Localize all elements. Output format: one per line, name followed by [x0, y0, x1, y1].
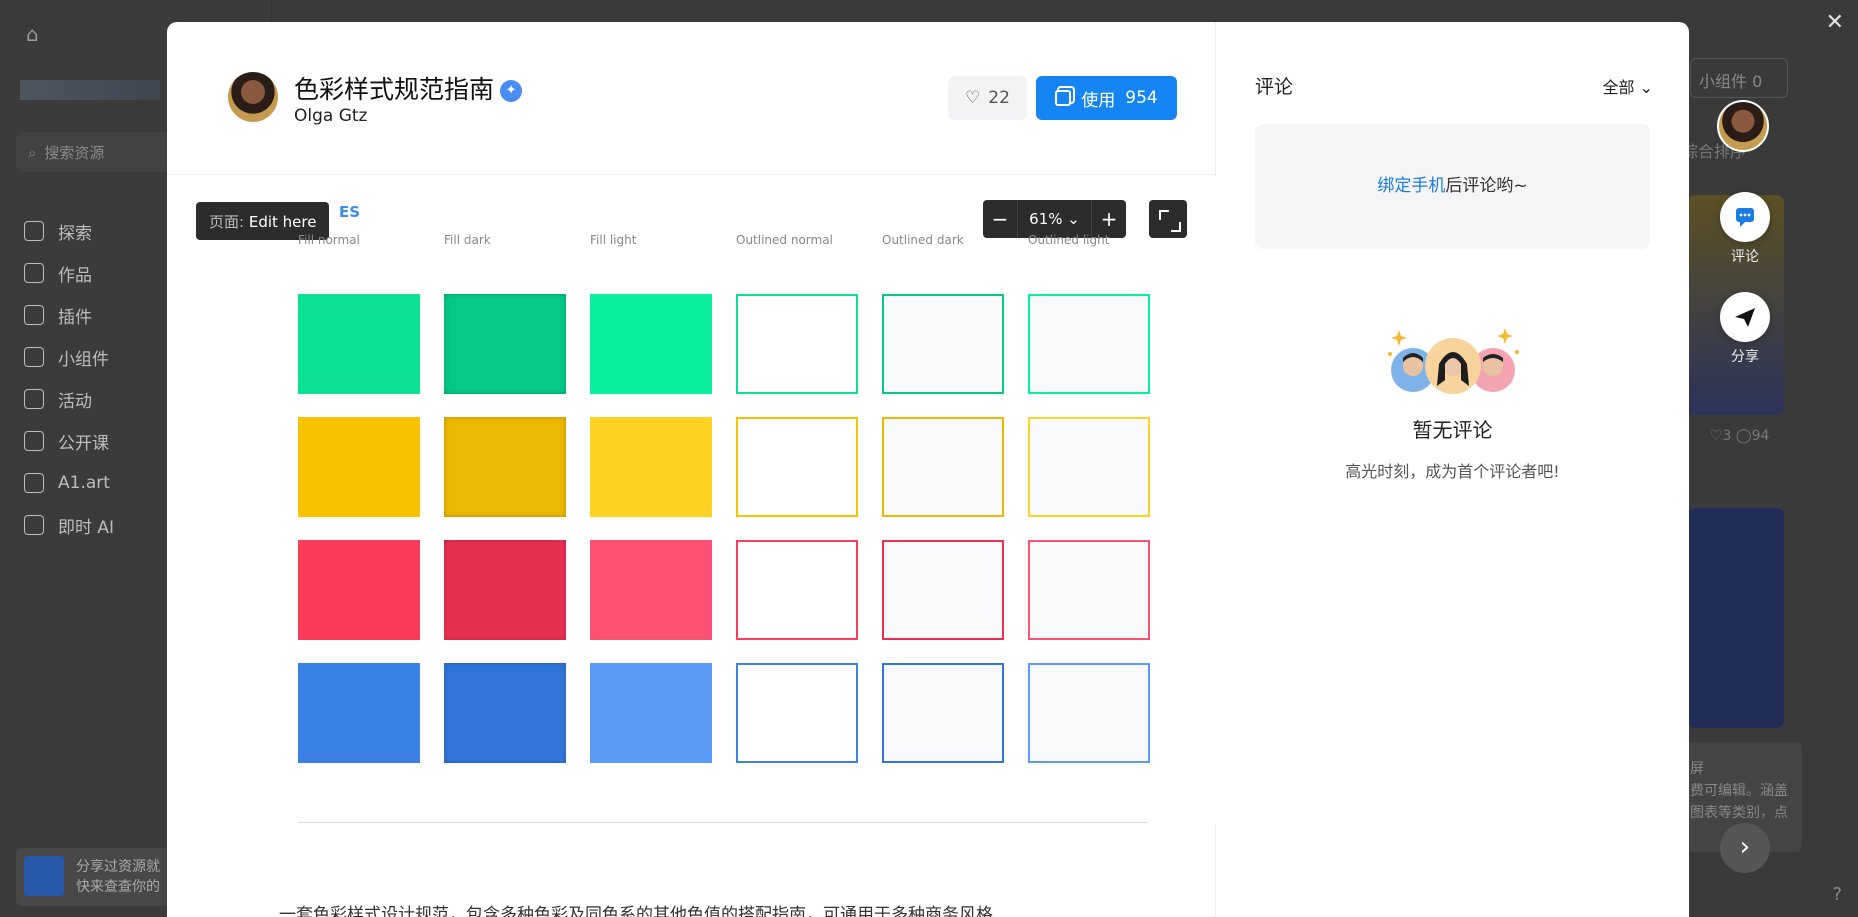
color-swatch: [590, 540, 712, 640]
share-button[interactable]: [1720, 292, 1770, 342]
color-swatch: [736, 663, 858, 763]
share-button-label: 分享: [1731, 349, 1759, 365]
modal-header: 色彩样式规范指南 ✦ Olga Gtz ♡ 22 使用 954: [167, 22, 1216, 175]
color-swatch: [736, 417, 858, 517]
promo-icon: [24, 856, 64, 896]
color-swatch: [1028, 417, 1150, 517]
color-swatch: [590, 417, 712, 517]
fullscreen-icon[interactable]: [1149, 200, 1187, 238]
color-swatch: [882, 663, 1004, 763]
author-name[interactable]: Olga Gtz: [294, 106, 367, 126]
color-swatch: [298, 294, 420, 394]
empty-comments-title: 暂无评论: [1412, 418, 1493, 442]
color-swatch: [298, 663, 420, 763]
resource-description: 一套色彩样式设计规范，包含多种色彩及同色系的其他色值的搭配指南，可通用于多种商务…: [279, 905, 993, 917]
sidebar-item-a1art[interactable]: A1.art: [24, 462, 114, 504]
color-swatch: [590, 294, 712, 394]
send-icon: [1735, 308, 1755, 327]
zoom-in-button[interactable]: +: [1092, 207, 1126, 231]
color-swatch: [444, 294, 566, 394]
explore-icon: [24, 221, 44, 241]
comments-filter-dropdown[interactable]: 全部 ⌄: [1602, 74, 1653, 98]
comment-button-label: 评论: [1731, 249, 1759, 265]
like-button[interactable]: ♡ 22: [948, 76, 1027, 120]
heart-icon: ♡: [965, 88, 981, 108]
puzzle-icon: [24, 305, 44, 325]
column-header: Outlined light: [1028, 233, 1110, 247]
resource-card[interactable]: [1688, 508, 1784, 728]
sidebar-item-works[interactable]: 作品: [24, 252, 114, 294]
sidebar-item-plugins[interactable]: 插件: [24, 294, 114, 336]
gear-icon: [24, 347, 44, 367]
comments-title: 评论: [1255, 76, 1294, 98]
author-avatar-float[interactable]: [1717, 100, 1769, 152]
empty-comments-illustration: [1388, 328, 1519, 394]
document-icon: [24, 263, 44, 283]
card-meta: ♡3 ◯94: [1710, 428, 1770, 444]
color-swatch: [298, 417, 420, 517]
lightning-icon: [24, 515, 44, 535]
sidebar-item-ai[interactable]: 即时 AI: [24, 504, 114, 546]
color-swatch: [590, 663, 712, 763]
widgets-count[interactable]: 小组件 0: [1690, 58, 1788, 98]
column-header: Fill light: [590, 233, 637, 247]
color-swatch: [1028, 540, 1150, 640]
divider: [298, 822, 1148, 823]
empty-comments-subtitle: 高光时刻，成为首个评论者吧!: [1345, 462, 1560, 481]
color-swatch: [444, 663, 566, 763]
column-header: Fill dark: [444, 233, 491, 247]
color-swatch: [444, 417, 566, 517]
color-swatch: [882, 294, 1004, 394]
color-swatch: [1028, 294, 1150, 394]
color-swatch: [736, 294, 858, 394]
resource-title: 色彩样式规范指南 ✦: [294, 70, 523, 106]
copy-icon: [1055, 90, 1072, 106]
column-header: Outlined normal: [736, 233, 833, 247]
book-icon: [24, 431, 44, 451]
comment-login-prompt: 绑定手机后评论哟~: [1255, 124, 1650, 249]
trophy-icon: [24, 389, 44, 409]
close-icon[interactable]: ✕: [1826, 10, 1844, 35]
verified-icon: ✦: [500, 80, 523, 102]
resource-detail-modal: 色彩样式规范指南 ✦ Olga Gtz ♡ 22 使用 954 ES 页面: Edit…: [167, 22, 1689, 917]
color-swatch: [444, 540, 566, 640]
home-icon[interactable]: ⌂: [26, 22, 39, 46]
color-swatch: [882, 417, 1004, 517]
next-resource-button[interactable]: ›: [1720, 823, 1770, 873]
author-avatar[interactable]: [228, 72, 278, 122]
sidebar-item-events[interactable]: 活动: [24, 378, 114, 420]
frame-title: ES: [339, 203, 361, 221]
a1-icon: [24, 473, 44, 493]
comment-button[interactable]: [1720, 192, 1770, 242]
comments-pane: 评论 全部 ⌄ 绑定手机后评论哟~ 暂无评论 高光时刻，成为首个评论者吧!: [1216, 22, 1689, 917]
preview-canvas[interactable]: ES 页面: Edit here − 61% ⌄ + Fill normal F…: [167, 176, 1216, 824]
zoom-out-button[interactable]: −: [983, 207, 1017, 231]
preview-pane: 色彩样式规范指南 ✦ Olga Gtz ♡ 22 使用 954 ES 页面: Edit…: [167, 22, 1216, 917]
blurred-logo: [20, 80, 160, 100]
color-swatch: [1028, 663, 1150, 763]
color-swatch: [736, 540, 858, 640]
sidebar-item-explore[interactable]: 探索: [24, 210, 114, 252]
help-icon[interactable]: ?: [1832, 884, 1842, 905]
color-swatch: [882, 540, 1004, 640]
sidebar-item-courses[interactable]: 公开课: [24, 420, 114, 462]
comment-bubble-icon: [1736, 208, 1754, 227]
sidebar-nav: 探索 作品 插件 小组件 活动 公开课 A1.art 即时 AI: [24, 210, 114, 546]
color-swatch: [298, 540, 420, 640]
column-header: Outlined dark: [882, 233, 964, 247]
sidebar-item-widgets[interactable]: 小组件: [24, 336, 114, 378]
bind-phone-link[interactable]: 绑定手机: [1377, 176, 1445, 196]
column-header: Fill normal: [298, 233, 360, 247]
use-button[interactable]: 使用 954: [1036, 76, 1177, 120]
